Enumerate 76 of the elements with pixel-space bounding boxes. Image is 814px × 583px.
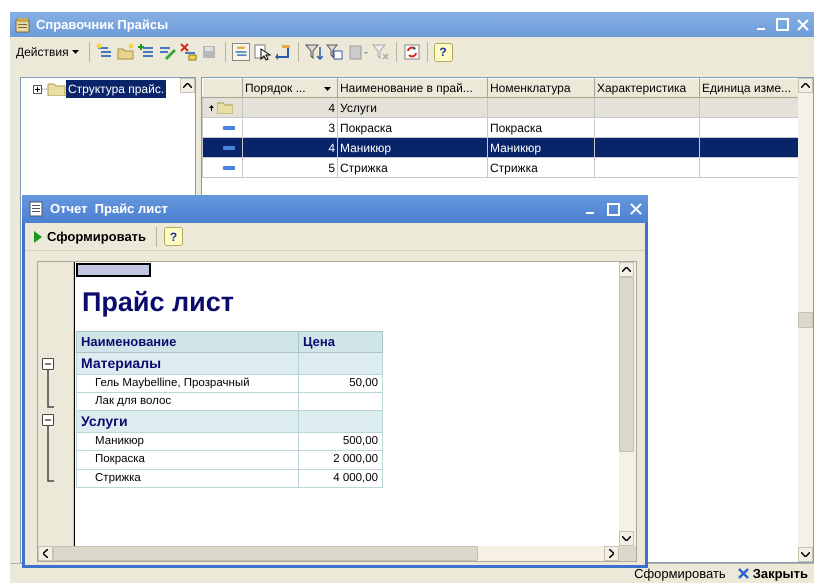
column-header[interactable]: Характеристика	[594, 78, 700, 98]
table-cell: 4 000,00	[298, 469, 382, 488]
report-icon	[28, 201, 44, 217]
group-collapse-button[interactable]	[42, 358, 54, 408]
table-cell: Стрижка	[338, 158, 488, 178]
hierarchy-icon[interactable]	[232, 43, 250, 61]
table-row[interactable]: 4 Услуги	[202, 98, 798, 118]
scrollbar-corner	[619, 546, 636, 561]
generate-button[interactable]: Сформировать	[31, 226, 150, 246]
table-cell: 5	[242, 158, 338, 178]
column-header: Наименование	[76, 332, 298, 352]
column-header[interactable]: Порядок ...	[242, 78, 338, 98]
scroll-left-button[interactable]	[38, 546, 53, 561]
table-cell: 50,00	[298, 374, 382, 392]
cursor-icon[interactable]	[252, 43, 271, 61]
play-icon	[34, 230, 42, 242]
scrollbar-thumb[interactable]	[798, 312, 813, 328]
group-name: Материалы	[76, 352, 298, 374]
table-cell: 2 000,00	[298, 450, 382, 469]
footer-button[interactable]: Сформировать	[632, 564, 728, 583]
column-header: Цена	[298, 332, 382, 352]
help-button[interactable]: ?	[434, 42, 453, 62]
scroll-up-button[interactable]	[180, 78, 195, 93]
table-row[interactable]: 4 Маникюр Маникюр	[202, 138, 798, 158]
column-header[interactable]: Наименование в прай...	[338, 78, 488, 98]
refresh-icon[interactable]	[402, 43, 421, 61]
help-button[interactable]: ?	[164, 227, 184, 246]
scroll-down-button[interactable]	[619, 531, 634, 546]
scrollbar-thumb[interactable]	[619, 277, 634, 452]
table-cell: 4	[242, 138, 338, 158]
table-cell: Стрижка	[488, 158, 594, 178]
item-icon	[223, 146, 235, 150]
item-icon	[223, 166, 235, 170]
catalog-icon	[15, 16, 31, 32]
close-button[interactable]	[630, 203, 642, 215]
table-cell: Маникюр	[338, 138, 488, 158]
table-cell: Услуги	[338, 98, 488, 118]
report-title: Прайс лист	[81, 286, 236, 319]
folder-icon	[42, 82, 66, 96]
up-arrow-icon	[209, 104, 214, 110]
close-button[interactable]	[797, 18, 809, 30]
table-cell: 500,00	[298, 432, 382, 451]
actions-menu[interactable]: Действия	[14, 44, 83, 60]
folder-add-icon[interactable]	[116, 43, 135, 61]
column-header[interactable]	[202, 78, 242, 98]
item-icon	[223, 126, 235, 130]
folder-icon	[217, 102, 233, 114]
column-header[interactable]: Единица изме...	[700, 78, 798, 98]
window-title: Отчет Прайс лист	[50, 200, 168, 218]
group-name: Услуги	[76, 410, 298, 432]
scroll-up-button[interactable]	[619, 262, 634, 277]
tree-item[interactable]: Структура прайс.	[66, 80, 166, 98]
close-icon	[738, 568, 749, 579]
table-cell: Маникюр	[76, 432, 298, 451]
table-cell: Покраска	[76, 450, 298, 469]
maximize-button[interactable]	[776, 18, 789, 31]
table-cell: Маникюр	[488, 138, 594, 158]
scrollbar-thumb[interactable]	[53, 546, 478, 561]
group-collapse-button[interactable]	[42, 414, 54, 482]
delete-icon[interactable]	[180, 43, 198, 61]
level-up-icon[interactable]	[274, 43, 292, 61]
scroll-up-button[interactable]	[798, 78, 813, 93]
filter-icon[interactable]	[304, 43, 323, 61]
maximize-button[interactable]	[607, 202, 620, 216]
window-title: Справочник Прайсы	[36, 16, 168, 34]
scroll-right-button[interactable]	[604, 546, 619, 561]
table-cell: 4	[242, 98, 338, 118]
column-header[interactable]: Номенклатура	[488, 78, 594, 98]
expand-icon[interactable]	[33, 84, 42, 94]
table-cell: Гель Maybelline, Прозрачный	[76, 374, 298, 392]
close-button[interactable]: Закрыть	[736, 564, 810, 583]
sort-caret-icon	[324, 87, 331, 91]
table-cell: Стрижка	[76, 469, 298, 488]
caret-icon	[72, 50, 81, 54]
scroll-down-button[interactable]	[798, 547, 813, 562]
filter-list-icon[interactable]	[326, 43, 344, 61]
